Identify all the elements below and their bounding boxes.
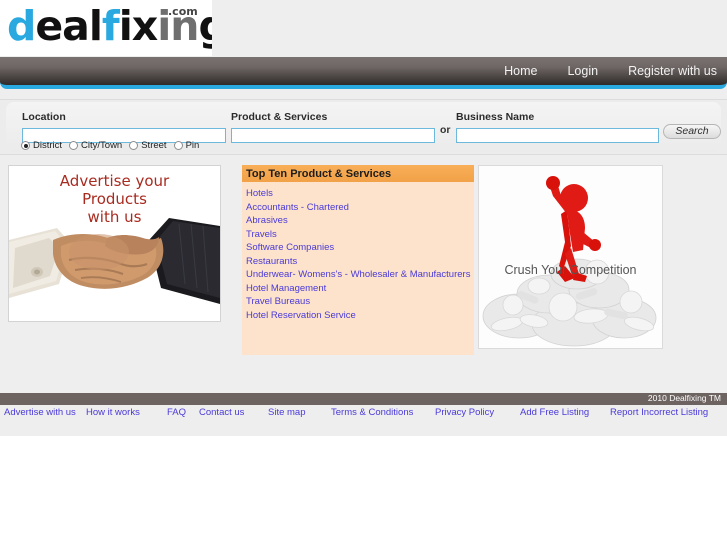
footer-link-add-free-listing[interactable]: Add Free Listing	[520, 406, 589, 419]
crush-your-competition-banner[interactable]: Crush Your Competition	[478, 165, 663, 349]
logo-letters-ix: ix	[118, 2, 158, 50]
radio-option-district[interactable]: District	[21, 140, 62, 151]
list-item: Travel Bureaus	[246, 295, 474, 309]
radio-citytown-icon[interactable]	[69, 141, 79, 150]
search-panel: Location Product & Services or Business …	[6, 102, 721, 152]
list-item: Abrasives	[246, 214, 474, 228]
products-input[interactable]	[231, 127, 435, 143]
footer-copyright: 2010 Dealfixing TM	[647, 393, 721, 403]
footer-link-terms-and-conditions[interactable]: Terms & Conditions	[331, 406, 413, 419]
radio-street-icon[interactable]	[129, 141, 139, 150]
top-ten-item-hotel-management[interactable]: Hotel Management	[246, 282, 474, 296]
handshake-image	[9, 166, 220, 321]
radio-citytown-label: City/Town	[81, 140, 123, 151]
list-item: Hotel Reservation Service	[246, 309, 474, 323]
radio-street-label: Street	[141, 140, 167, 151]
radio-pin-label: Pin	[185, 140, 200, 151]
footer-link-report-incorrect-listing[interactable]: Report Incorrect Listing	[610, 406, 708, 419]
list-item: Hotel Management	[246, 282, 474, 296]
footer-link-faq[interactable]: FAQ	[167, 406, 186, 419]
logo-letter-d: d	[7, 2, 36, 50]
location-field-group: Location	[22, 111, 226, 143]
top-ten-item-hotels[interactable]: Hotels	[246, 187, 474, 201]
logo-letters-eal: eal	[35, 2, 103, 50]
list-item: Hotels	[246, 187, 474, 201]
advertise-with-us-banner[interactable]: Advertise your Products with us	[8, 165, 221, 322]
top-ten-item-underwear-womens[interactable]: Underwear- Womens's - Wholesaler & Manuf…	[246, 268, 474, 282]
footer-link-how-it-works[interactable]: How it works	[86, 406, 140, 419]
radio-option-street[interactable]: Street	[129, 140, 167, 151]
radio-pin-icon[interactable]	[173, 141, 183, 150]
list-item: Restaurants	[246, 255, 474, 269]
logo-letter-f: f	[101, 2, 120, 50]
list-item: Travels	[246, 228, 474, 242]
nav-item-home[interactable]: Home	[504, 64, 537, 78]
nav-item-login[interactable]: Login	[567, 64, 598, 78]
business-name-label: Business Name	[456, 111, 535, 123]
nav-item-register[interactable]: Register with us	[628, 64, 717, 78]
footer-link-contact-us[interactable]: Contact us	[199, 406, 244, 419]
radio-option-citytown[interactable]: City/Town	[69, 140, 122, 151]
footer-bar: 2010 Dealfixing TM	[0, 393, 727, 405]
logo-letter-g: g	[198, 2, 212, 50]
search-button[interactable]: Search	[663, 124, 721, 139]
top-ten-item-travel-bureaus[interactable]: Travel Bureaus	[246, 295, 474, 309]
top-ten-list: Hotels Accountants - Chartered Abrasives…	[242, 182, 474, 322]
list-item: Software Companies	[246, 241, 474, 255]
footer-link-advertise-with-us[interactable]: Advertise with us	[4, 406, 76, 419]
nav-item-list: Home Login Register with us	[504, 57, 717, 85]
page-root: dealfixing .com Home Login Register with…	[0, 0, 727, 545]
footer-link-site-map[interactable]: Site map	[268, 406, 306, 419]
top-ten-item-abrasives[interactable]: Abrasives	[246, 214, 474, 228]
top-ten-title: Top Ten Product & Services	[242, 165, 474, 182]
radio-option-pin[interactable]: Pin	[173, 140, 200, 151]
location-label: Location	[22, 111, 66, 123]
products-field-group: Product & Services	[231, 111, 435, 143]
footer-link-privacy-policy[interactable]: Privacy Policy	[435, 406, 494, 419]
list-item: Underwear- Womens's - Wholesaler & Manuf…	[246, 268, 474, 282]
business-name-input[interactable]	[456, 127, 659, 143]
location-type-radio-group: District City/Town Street Pin	[21, 140, 199, 151]
main-navigation-bar: Home Login Register with us	[0, 57, 727, 89]
crush-competition-image	[479, 166, 662, 348]
or-separator: or	[440, 124, 451, 136]
top-ten-panel: Top Ten Product & Services Hotels Accoun…	[242, 165, 474, 355]
top-ten-item-hotel-reservation-service[interactable]: Hotel Reservation Service	[246, 309, 474, 323]
list-item: Accountants - Chartered	[246, 201, 474, 215]
products-label: Product & Services	[231, 111, 328, 123]
business-name-field-group: Business Name	[456, 111, 659, 143]
top-ten-item-software-companies[interactable]: Software Companies	[246, 241, 474, 255]
site-logo[interactable]: dealfixing .com	[0, 0, 212, 56]
top-ten-item-accountants[interactable]: Accountants - Chartered	[246, 201, 474, 215]
radio-district-icon[interactable]	[21, 141, 30, 150]
footer-link-list: Advertise with us How it works FAQ Conta…	[0, 406, 727, 422]
site-header: dealfixing .com	[0, 0, 727, 57]
radio-district-label: District	[33, 140, 63, 151]
top-ten-item-travels[interactable]: Travels	[246, 228, 474, 242]
main-content: Advertise your Products with us Top Ten …	[0, 160, 727, 360]
logo-domain-suffix: .com	[168, 5, 198, 18]
search-strip: Location Product & Services or Business …	[0, 99, 727, 155]
top-ten-item-restaurants[interactable]: Restaurants	[246, 255, 474, 269]
